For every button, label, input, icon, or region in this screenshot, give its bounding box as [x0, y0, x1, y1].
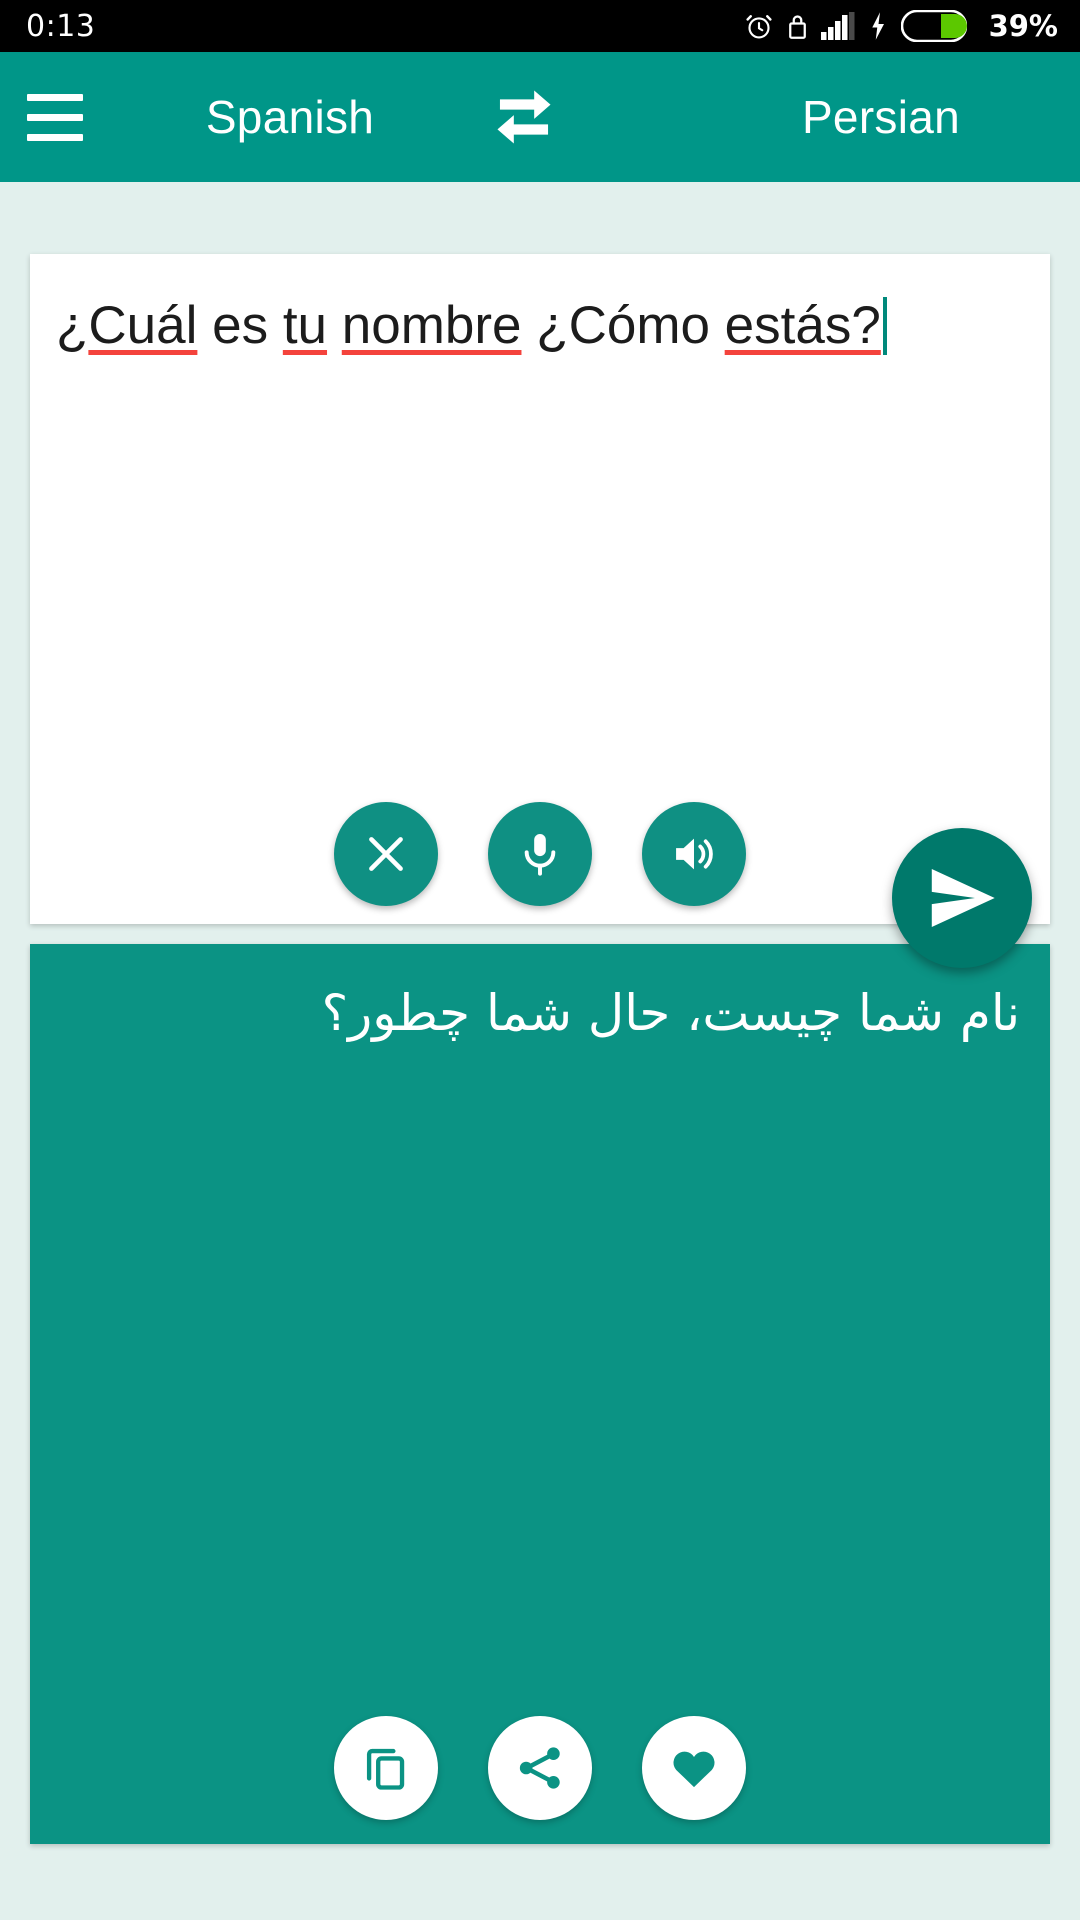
- text-cursor: [882, 297, 887, 355]
- translator-body: ¿Cuál es tu nombre ¿Cómo estás? نام شما …: [0, 182, 1080, 1920]
- target-language-button[interactable]: Persian: [716, 90, 1046, 144]
- swap-languages-icon[interactable]: [476, 69, 572, 165]
- alarm-icon: [744, 11, 774, 41]
- favorite-button[interactable]: [642, 1716, 746, 1820]
- translated-text-card[interactable]: نام شما چیست، حال شما چطور؟: [30, 944, 1050, 1844]
- source-text-run: ¿: [56, 296, 89, 355]
- misspelled-word: estás?: [724, 296, 881, 355]
- status-bar: 0:13 39%: [0, 0, 1080, 52]
- source-language-button[interactable]: Spanish: [140, 90, 440, 144]
- hamburger-bar-2: [27, 113, 83, 121]
- battery-percent-label: 39%: [988, 9, 1058, 43]
- source-text-card[interactable]: ¿Cuál es tu nombre ¿Cómo estás?: [30, 254, 1050, 924]
- charging-bolt-icon: [868, 11, 888, 41]
- share-button[interactable]: [488, 1716, 592, 1820]
- source-text-run: es: [197, 296, 283, 355]
- speak-source-button[interactable]: [642, 802, 746, 906]
- signal-icon: [820, 12, 855, 40]
- source-text-content: ¿Cuál es tu nombre ¿Cómo estás?: [56, 296, 881, 355]
- status-time: 0:13: [26, 8, 96, 44]
- app-header: Spanish Persian: [0, 52, 1080, 182]
- translate-send-button[interactable]: [892, 828, 1032, 968]
- battery-icon: [900, 10, 967, 42]
- status-icon-group: 39%: [744, 9, 1058, 43]
- lock-icon: [787, 11, 808, 41]
- translated-text: نام شما چیست، حال شما چطور؟: [321, 984, 1020, 1042]
- copy-button[interactable]: [334, 1716, 438, 1820]
- misspelled-word: nombre: [341, 296, 522, 355]
- hamburger-bar-1: [27, 93, 83, 101]
- source-text-input[interactable]: ¿Cuál es tu nombre ¿Cómo estás?: [56, 294, 1028, 359]
- microphone-button[interactable]: [488, 802, 592, 906]
- clear-button[interactable]: [334, 802, 438, 906]
- hamburger-menu-icon[interactable]: [0, 52, 110, 182]
- translation-action-bar: [30, 1716, 1050, 1820]
- hamburger-bar-3: [27, 133, 83, 141]
- source-text-run: [327, 296, 342, 355]
- misspelled-word: tu: [282, 296, 328, 355]
- misspelled-word: Cuál: [88, 296, 198, 355]
- source-text-run: ¿Cómo: [521, 296, 725, 355]
